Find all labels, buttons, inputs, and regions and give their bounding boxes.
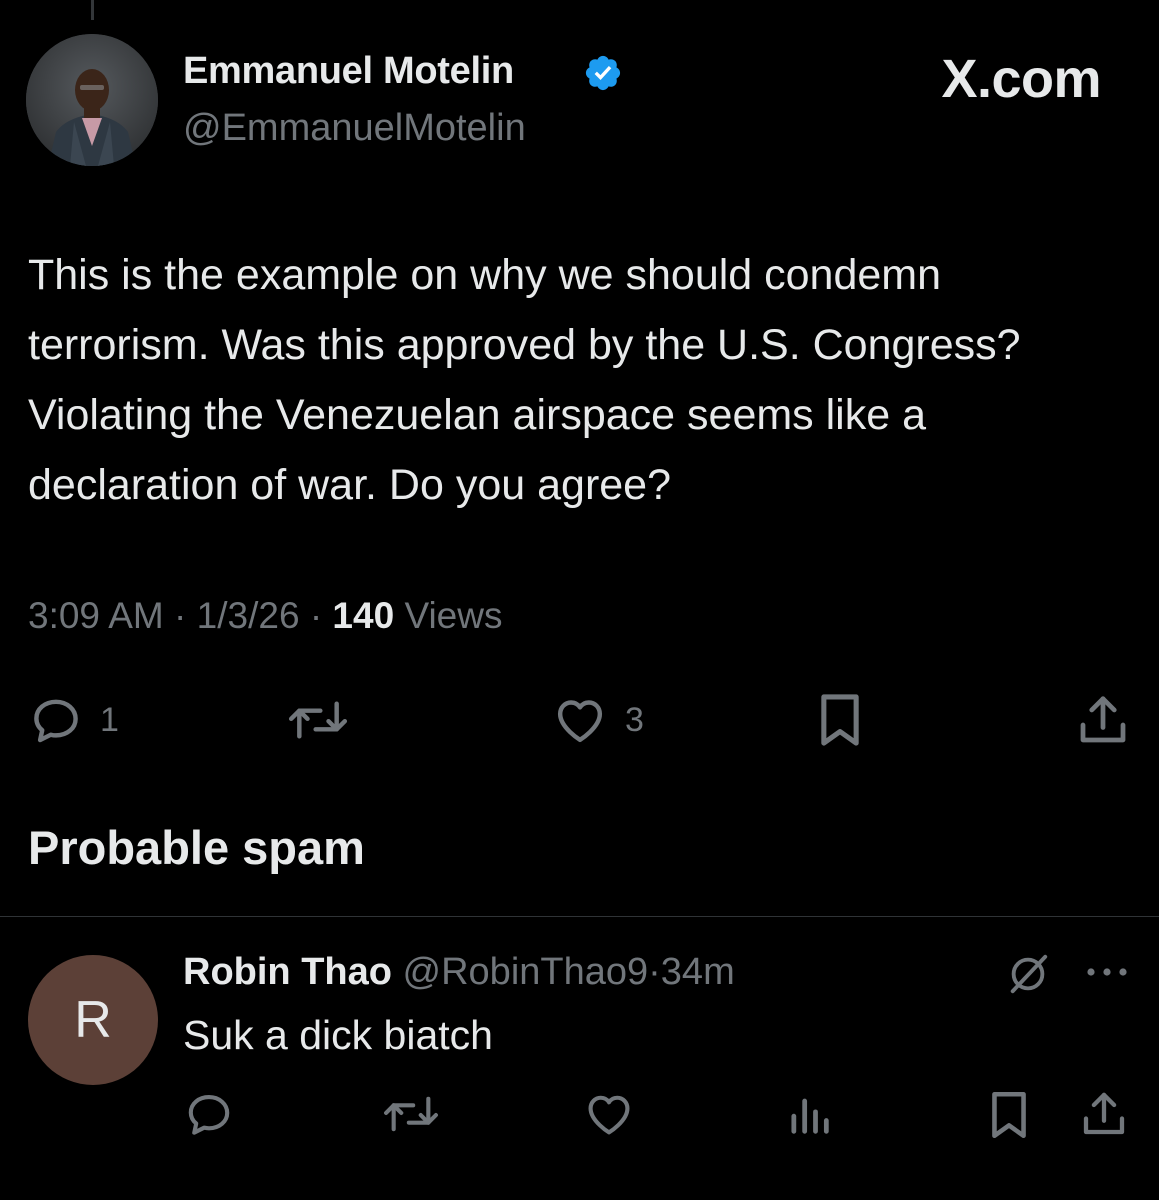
tweet-time[interactable]: 3:09 AM: [28, 595, 164, 636]
share-button[interactable]: [1073, 690, 1133, 750]
reply-icon: [34, 699, 78, 743]
like-count: 3: [625, 700, 644, 739]
reply-author-name[interactable]: Robin Thao: [183, 951, 392, 993]
heart-icon: [588, 1095, 630, 1135]
like-button[interactable]: 3: [551, 692, 644, 748]
reply-repost-button[interactable]: [380, 1088, 442, 1140]
thread-connector-line: [91, 0, 94, 20]
author-handle[interactable]: @EmmanuelMotelin: [183, 107, 526, 150]
reply-like-button[interactable]: [582, 1088, 636, 1140]
repost-icon: [288, 701, 348, 739]
reply-text: Suk a dick biatch: [183, 1012, 493, 1058]
author-display-name[interactable]: Emmanuel Motelin: [183, 50, 514, 93]
share-icon: [1080, 696, 1126, 743]
author-avatar[interactable]: [26, 34, 158, 166]
reply-bookmark-button[interactable]: [984, 1088, 1034, 1142]
reply-author-handle[interactable]: @RobinThao9: [403, 951, 649, 993]
meta-separator: ·: [309, 595, 323, 636]
bookmark-button[interactable]: [812, 690, 868, 750]
views-count: 140: [332, 595, 395, 636]
reply-time[interactable]: 34m: [661, 951, 735, 993]
views-label: Views: [404, 595, 503, 636]
reply-analytics-button[interactable]: [786, 1088, 832, 1140]
reply-share-button[interactable]: [1077, 1087, 1131, 1141]
reply-button[interactable]: 1: [28, 692, 119, 748]
tweet-date[interactable]: 1/3/26: [197, 595, 300, 636]
share-icon: [1083, 1092, 1125, 1135]
repost-button[interactable]: [284, 692, 352, 748]
heart-icon: [557, 700, 603, 743]
author-avatar-image: [26, 34, 158, 166]
reply-separator: ·: [648, 951, 661, 993]
brand-watermark: X.com: [941, 49, 1101, 109]
repost-icon: [384, 1096, 438, 1132]
bookmark-icon: [992, 1091, 1026, 1139]
tweet-text: This is the example on why we should con…: [28, 251, 1021, 509]
verified-badge-icon: [585, 55, 621, 91]
reply-header: Robin Thao @RobinThao9·34m: [183, 951, 735, 994]
more-icon[interactable]: [1085, 964, 1129, 980]
section-divider: [0, 916, 1159, 917]
reply-count: 1: [100, 700, 119, 739]
reply-icon: [188, 1095, 230, 1135]
reply-author-avatar[interactable]: R: [28, 955, 158, 1085]
analytics-icon: [791, 1098, 829, 1134]
meta-separator: ·: [174, 595, 187, 636]
reply-reply-button[interactable]: [183, 1088, 235, 1140]
probable-spam-heading: Probable spam: [28, 821, 365, 874]
tweet-metadata: 3:09 AM · 1/3/26 · 140 Views: [28, 595, 502, 637]
bookmark-icon: [821, 694, 859, 746]
grok-icon[interactable]: [1005, 951, 1051, 997]
